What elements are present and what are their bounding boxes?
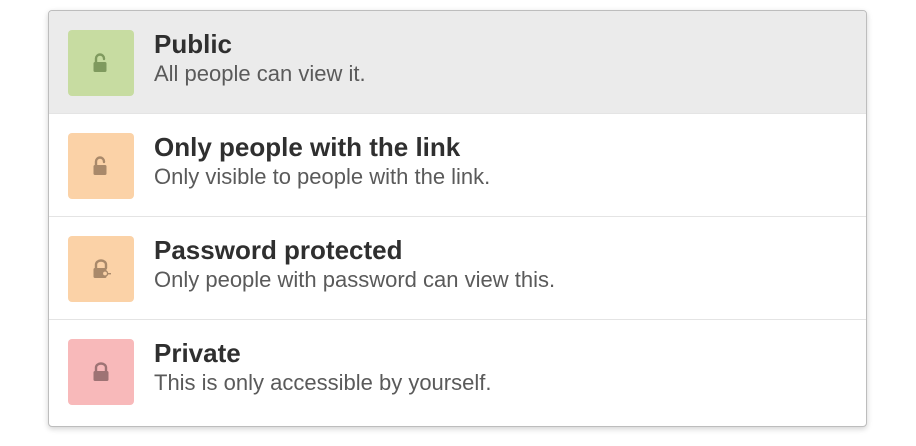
option-title: Public	[154, 29, 233, 59]
padlock-key-icon	[93, 259, 111, 278]
option-description: Only visible to people with the link.	[154, 164, 491, 189]
option-password-protected[interactable]: Password protected Only people with pass…	[49, 217, 866, 320]
option-private[interactable]: Private This is only accessible by yours…	[49, 320, 866, 424]
option-public[interactable]: Public All people can view it.	[49, 11, 866, 114]
visibility-dropdown: Public All people can view it. Only peop…	[48, 10, 867, 427]
option-title: Only people with the link	[154, 132, 461, 162]
unlocked-padlock-icon	[93, 53, 107, 72]
option-link-only[interactable]: Only people with the link Only visible t…	[49, 114, 866, 217]
link-only-icon-box	[68, 133, 134, 199]
option-title: Password protected	[154, 235, 403, 265]
public-icon-box	[68, 30, 134, 96]
password-icon-box	[68, 236, 134, 302]
option-description: This is only accessible by yourself.	[154, 370, 492, 395]
option-title: Private	[154, 338, 241, 368]
locked-padlock-icon	[93, 362, 109, 381]
option-description: Only people with password can view this.	[154, 267, 556, 292]
option-description: All people can view it.	[154, 61, 366, 86]
private-icon-box	[68, 339, 134, 405]
unlocked-padlock-icon	[93, 156, 107, 175]
